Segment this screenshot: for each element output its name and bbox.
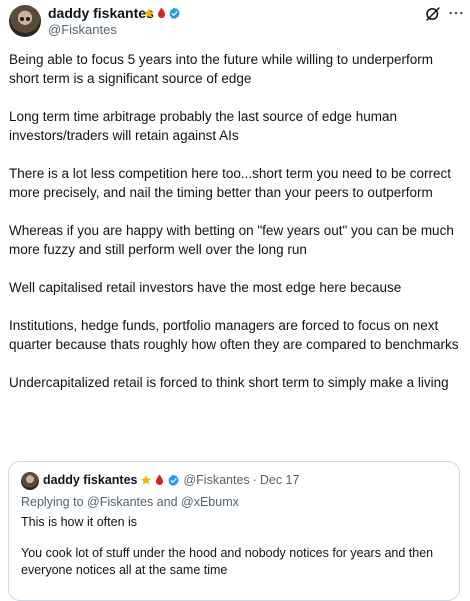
- star-icon: [144, 8, 154, 18]
- star-icon: [141, 475, 152, 485]
- tweet-paragraph: Being able to focus 5 years into the fut…: [9, 52, 433, 86]
- author-handle[interactable]: @Fiskantes: [48, 22, 117, 38]
- quote-date: Dec 17: [259, 473, 300, 487]
- verified-badge-icon: [168, 474, 180, 486]
- author-badges: [143, 5, 181, 21]
- tweet-text: Being able to focus 5 years into the fut…: [9, 50, 464, 411]
- replying-user-link[interactable]: @xEbumx: [181, 495, 239, 509]
- replying-prefix: Replying to: [21, 495, 88, 509]
- grok-icon[interactable]: [424, 5, 442, 23]
- author-avatar[interactable]: [9, 5, 41, 37]
- quote-paragraph: You cook lot of stuff under the hood and…: [21, 546, 434, 577]
- tweet-paragraph: Long term time arbitrage probably the la…: [9, 109, 397, 143]
- tweet-paragraph: Institutions, hedge funds, portfolio man…: [9, 318, 459, 352]
- replying-user-link[interactable]: @Fiskantes: [87, 495, 153, 509]
- author-name[interactable]: daddy fiskantes: [48, 5, 154, 21]
- quote-paragraph: This is how it often is: [21, 515, 138, 529]
- replying-and: and: [153, 495, 182, 509]
- more-options-icon[interactable]: [447, 4, 465, 22]
- quote-author-name: daddy fiskantes: [43, 473, 138, 487]
- blood-drop-icon: [156, 474, 164, 485]
- tweet-paragraph: Undercapitalized retail is forced to thi…: [9, 375, 449, 390]
- quote-author-avatar: [21, 472, 39, 490]
- verified-badge-icon[interactable]: [168, 7, 181, 20]
- tweet-paragraph: Whereas if you are happy with betting on…: [9, 223, 454, 257]
- quote-header: daddy fiskantes @Fiskantes · Dec 17: [43, 473, 299, 487]
- tweet-card: daddy fiskantes @Fiskantes Being able to…: [0, 0, 470, 601]
- quoted-tweet[interactable]: daddy fiskantes @Fiskantes · Dec 17 Repl…: [8, 461, 460, 601]
- quote-replying-to: Replying to @Fiskantes and @xEbumx: [21, 495, 239, 509]
- tweet-paragraph: Well capitalised retail investors have t…: [9, 280, 402, 295]
- quote-text: This is how it often is You cook lot of …: [21, 514, 451, 593]
- tweet-paragraph: There is a lot less competition here too…: [9, 166, 451, 200]
- quote-author-handle: @Fiskantes: [183, 473, 250, 487]
- blood-drop-icon: [158, 7, 165, 18]
- quote-separator: ·: [252, 473, 257, 487]
